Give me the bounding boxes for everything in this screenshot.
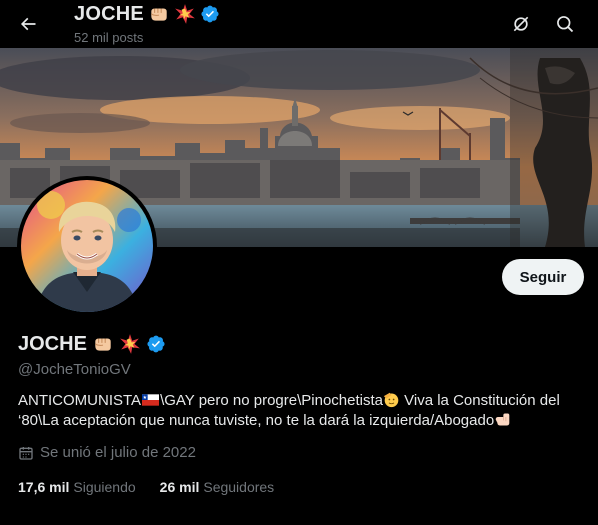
following-link[interactable]: 17,6 mil Siguiendo — [18, 479, 136, 495]
header-title-block: JOCHE 52 mil posts — [74, 2, 220, 45]
following-count: 17,6 mil — [18, 479, 70, 495]
back-arrow-icon[interactable] — [12, 8, 44, 40]
collision-emoji-icon — [120, 334, 140, 354]
profile-avatar[interactable] — [17, 176, 157, 316]
collision-emoji-icon — [175, 4, 195, 24]
header-display-name: JOCHE — [74, 3, 144, 25]
follow-button[interactable]: Seguir — [502, 259, 584, 295]
profile-handle: @JocheTonioGV — [18, 361, 131, 378]
follow-stats: 17,6 mil Siguiendo 26 mil Seguidores — [18, 479, 274, 495]
profile-header-bar: JOCHE 52 mil posts — [0, 0, 598, 48]
verified-badge-icon — [201, 5, 219, 23]
calendar-icon — [19, 446, 33, 460]
bio-text-part: ANTICOMUNISTA — [18, 392, 142, 409]
profile-bio: ANTICOMUNISTA \GAY pero no progre\Pinoche… — [18, 391, 588, 431]
followers-label: Seguidores — [203, 479, 275, 495]
followers-count: 26 mil — [159, 479, 200, 495]
chile-flag-icon — [142, 394, 160, 406]
posts-count: 52 mil posts — [74, 30, 144, 45]
join-date-row: Se unió el julio de 2022 — [18, 444, 196, 461]
saluting-face-emoji-icon — [383, 392, 399, 408]
fist-emoji-icon — [94, 338, 111, 351]
following-label: Siguiendo — [73, 479, 136, 495]
grok-analyze-icon[interactable] — [505, 8, 537, 40]
search-icon[interactable] — [549, 8, 581, 40]
followers-link[interactable]: 26 mil Seguidores — [160, 479, 275, 495]
profile-name-row: JOCHE — [18, 332, 166, 356]
pointing-hand-emoji-icon — [495, 413, 510, 426]
fist-emoji-icon — [150, 8, 167, 21]
header-display-name-row: JOCHE — [74, 2, 220, 26]
profile-display-name: JOCHE — [18, 333, 87, 355]
bio-text-part: \GAY pero no progre\Pinochetista — [160, 392, 383, 409]
join-date-text: Se unió el julio de 2022 — [40, 444, 196, 461]
verified-badge-icon[interactable] — [146, 334, 166, 354]
